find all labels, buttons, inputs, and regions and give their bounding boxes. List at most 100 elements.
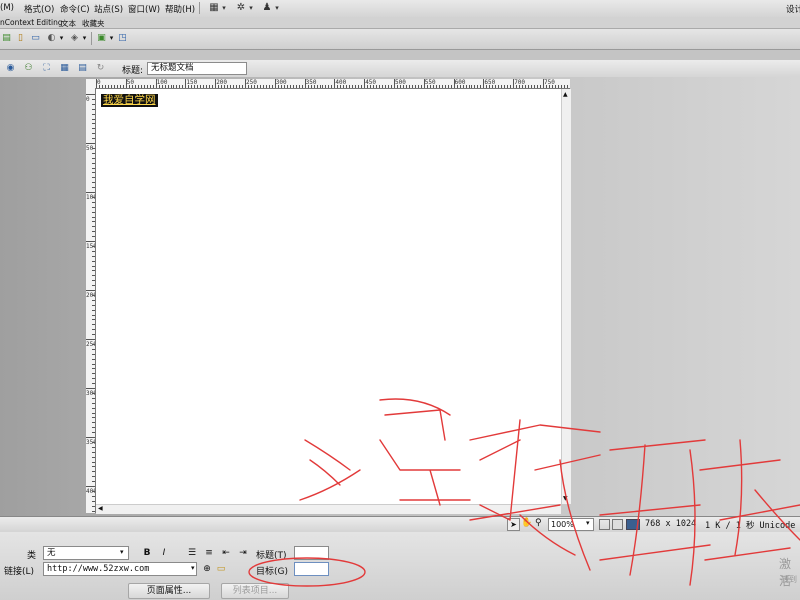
dropdown-arrow-icon[interactable]: ▾ (270, 2, 284, 14)
ruler-tick (319, 85, 321, 88)
page-properties-button[interactable]: 页面属性... (128, 583, 210, 599)
menu-command[interactable]: 命令(C) (60, 3, 90, 15)
outdent-icon[interactable]: ⇤ (220, 547, 232, 559)
ruler-tick (563, 85, 565, 88)
ruler-tick (128, 85, 130, 88)
link-title-input[interactable] (294, 546, 329, 560)
horizontal-scrollbar[interactable]: ◀ (96, 504, 561, 514)
table-icon[interactable]: ▤ (0, 32, 13, 45)
window-size-icon[interactable] (599, 519, 610, 530)
refresh-icon[interactable]: ↻ (94, 62, 107, 75)
ruler-tick (566, 85, 568, 88)
ruler-tick (92, 476, 95, 478)
ruler-tick (155, 79, 157, 88)
ruler-tick (170, 85, 172, 88)
scroll-down-icon[interactable]: ▼ (563, 495, 568, 502)
comment-icon[interactable]: ▭ (29, 32, 42, 45)
document-icon[interactable]: ▯ (14, 32, 27, 45)
scroll-left-icon[interactable]: ◀ (98, 505, 103, 512)
menu-help[interactable]: 帮助(H) (165, 3, 195, 15)
ruler-tick (92, 319, 95, 321)
ruler-tick (528, 85, 530, 88)
bold-button[interactable]: B (141, 547, 153, 559)
ruler-tick (92, 441, 95, 443)
ruler-tick (325, 85, 327, 88)
ruler-tick (104, 85, 106, 88)
chevron-down-icon[interactable]: ▾ (586, 519, 590, 527)
ruler-tick (334, 79, 336, 88)
file-management-icon[interactable]: ⚇ (22, 62, 35, 75)
ruler-tick (277, 85, 279, 88)
ruler-tick (92, 245, 95, 247)
zoom-tool-icon[interactable]: ⚲ (535, 518, 542, 528)
ruler-tick (164, 85, 166, 88)
toolbar-divider (91, 32, 92, 45)
selected-link-text[interactable]: 我爱自学网 (101, 94, 158, 107)
tab-favorites[interactable]: 收藏夹 (82, 18, 105, 29)
ruler-tick (152, 85, 154, 88)
menu-view[interactable]: (M) (0, 3, 14, 13)
ruler-tick (301, 85, 303, 88)
ruler-tick (92, 490, 95, 492)
ruler-tick (426, 85, 428, 88)
browse-folder-icon[interactable]: ▭ (215, 563, 227, 575)
ruler-tick (414, 85, 416, 88)
link-title-label: 标题(T) (256, 551, 287, 561)
link-input[interactable]: http://www.52zxw.com (43, 562, 197, 576)
italic-button[interactable]: I (158, 547, 170, 559)
chevron-down-icon[interactable]: ▾ (191, 564, 195, 572)
view-options-icon[interactable]: ▤ (76, 62, 89, 75)
ruler-tick (98, 85, 100, 88)
ruler-tick (182, 85, 184, 88)
design-canvas[interactable] (96, 89, 561, 504)
dropdown-arrow-icon[interactable]: ▾ (217, 2, 231, 14)
ruler-tick (92, 451, 95, 453)
ruler-tick (92, 373, 95, 375)
unordered-list-icon[interactable]: ☰ (186, 547, 198, 559)
status-bar: ➤ ✋ ⚲ 100% ▾ 768 x 1024 1 K / 1 秒 Unicod… (0, 516, 800, 533)
menu-format[interactable]: 格式(O) (24, 3, 54, 15)
link-label: 链接(L) (4, 567, 35, 577)
target-input[interactable] (294, 562, 329, 576)
ruler-tick (92, 280, 95, 282)
globe-icon[interactable]: ◉ (4, 62, 17, 75)
point-to-file-icon[interactable]: ⊕ (201, 563, 213, 575)
ruler-tick (242, 85, 244, 88)
class-select[interactable]: 无 (43, 546, 129, 560)
workspace-label[interactable]: 设计 (786, 3, 800, 15)
ruler-tick (239, 85, 241, 88)
ruler-tick (92, 265, 95, 267)
visual-aids-icon[interactable]: ▦ (58, 62, 71, 75)
ruler-tick (191, 85, 193, 88)
document-toolbar: ◉ ⚇ ⛶ ▦ ▤ ↻ 标题: 无标题文档 (0, 60, 800, 78)
dropdown-arrow-icon[interactable]: ▾ (55, 32, 68, 45)
title-input[interactable]: 无标题文档 (147, 62, 247, 75)
select-tool-icon[interactable]: ➤ (507, 518, 520, 531)
ruler-tick (522, 85, 524, 88)
menu-window[interactable]: 窗口(W) (128, 3, 160, 15)
ruler-tick (86, 437, 95, 438)
ruler-tick (92, 324, 95, 326)
snippet-icon[interactable]: ◳ (116, 32, 129, 45)
dropdown-arrow-icon[interactable]: ▾ (78, 32, 91, 45)
ordered-list-icon[interactable]: ≡ (203, 547, 215, 559)
indent-icon[interactable]: ⇥ (237, 547, 249, 559)
hand-tool-icon[interactable]: ✋ (521, 518, 532, 528)
menu-site[interactable]: 站点(S) (94, 3, 123, 15)
ruler-tick (364, 79, 366, 88)
list-item-button[interactable]: 列表项目... (221, 583, 289, 599)
ruler-tick (86, 192, 95, 193)
ruler-tick (444, 85, 446, 88)
ruler-tick (86, 486, 95, 487)
tab-incontext-editing[interactable]: nContext Editing (0, 18, 63, 27)
browser-check-icon[interactable]: ⛶ (40, 62, 53, 75)
scroll-up-icon[interactable]: ▲ (563, 91, 568, 98)
dropdown-arrow-icon[interactable]: ▾ (244, 2, 258, 14)
tab-text[interactable]: 文本 (61, 18, 76, 29)
vertical-scrollbar[interactable]: ▲ ▼ (561, 89, 571, 504)
chevron-down-icon[interactable]: ▾ (120, 548, 124, 556)
tablet-size-icon[interactable] (612, 519, 623, 530)
desktop-size-icon[interactable] (626, 519, 640, 530)
ruler-tick (86, 94, 95, 95)
ruler-tick (92, 260, 95, 262)
